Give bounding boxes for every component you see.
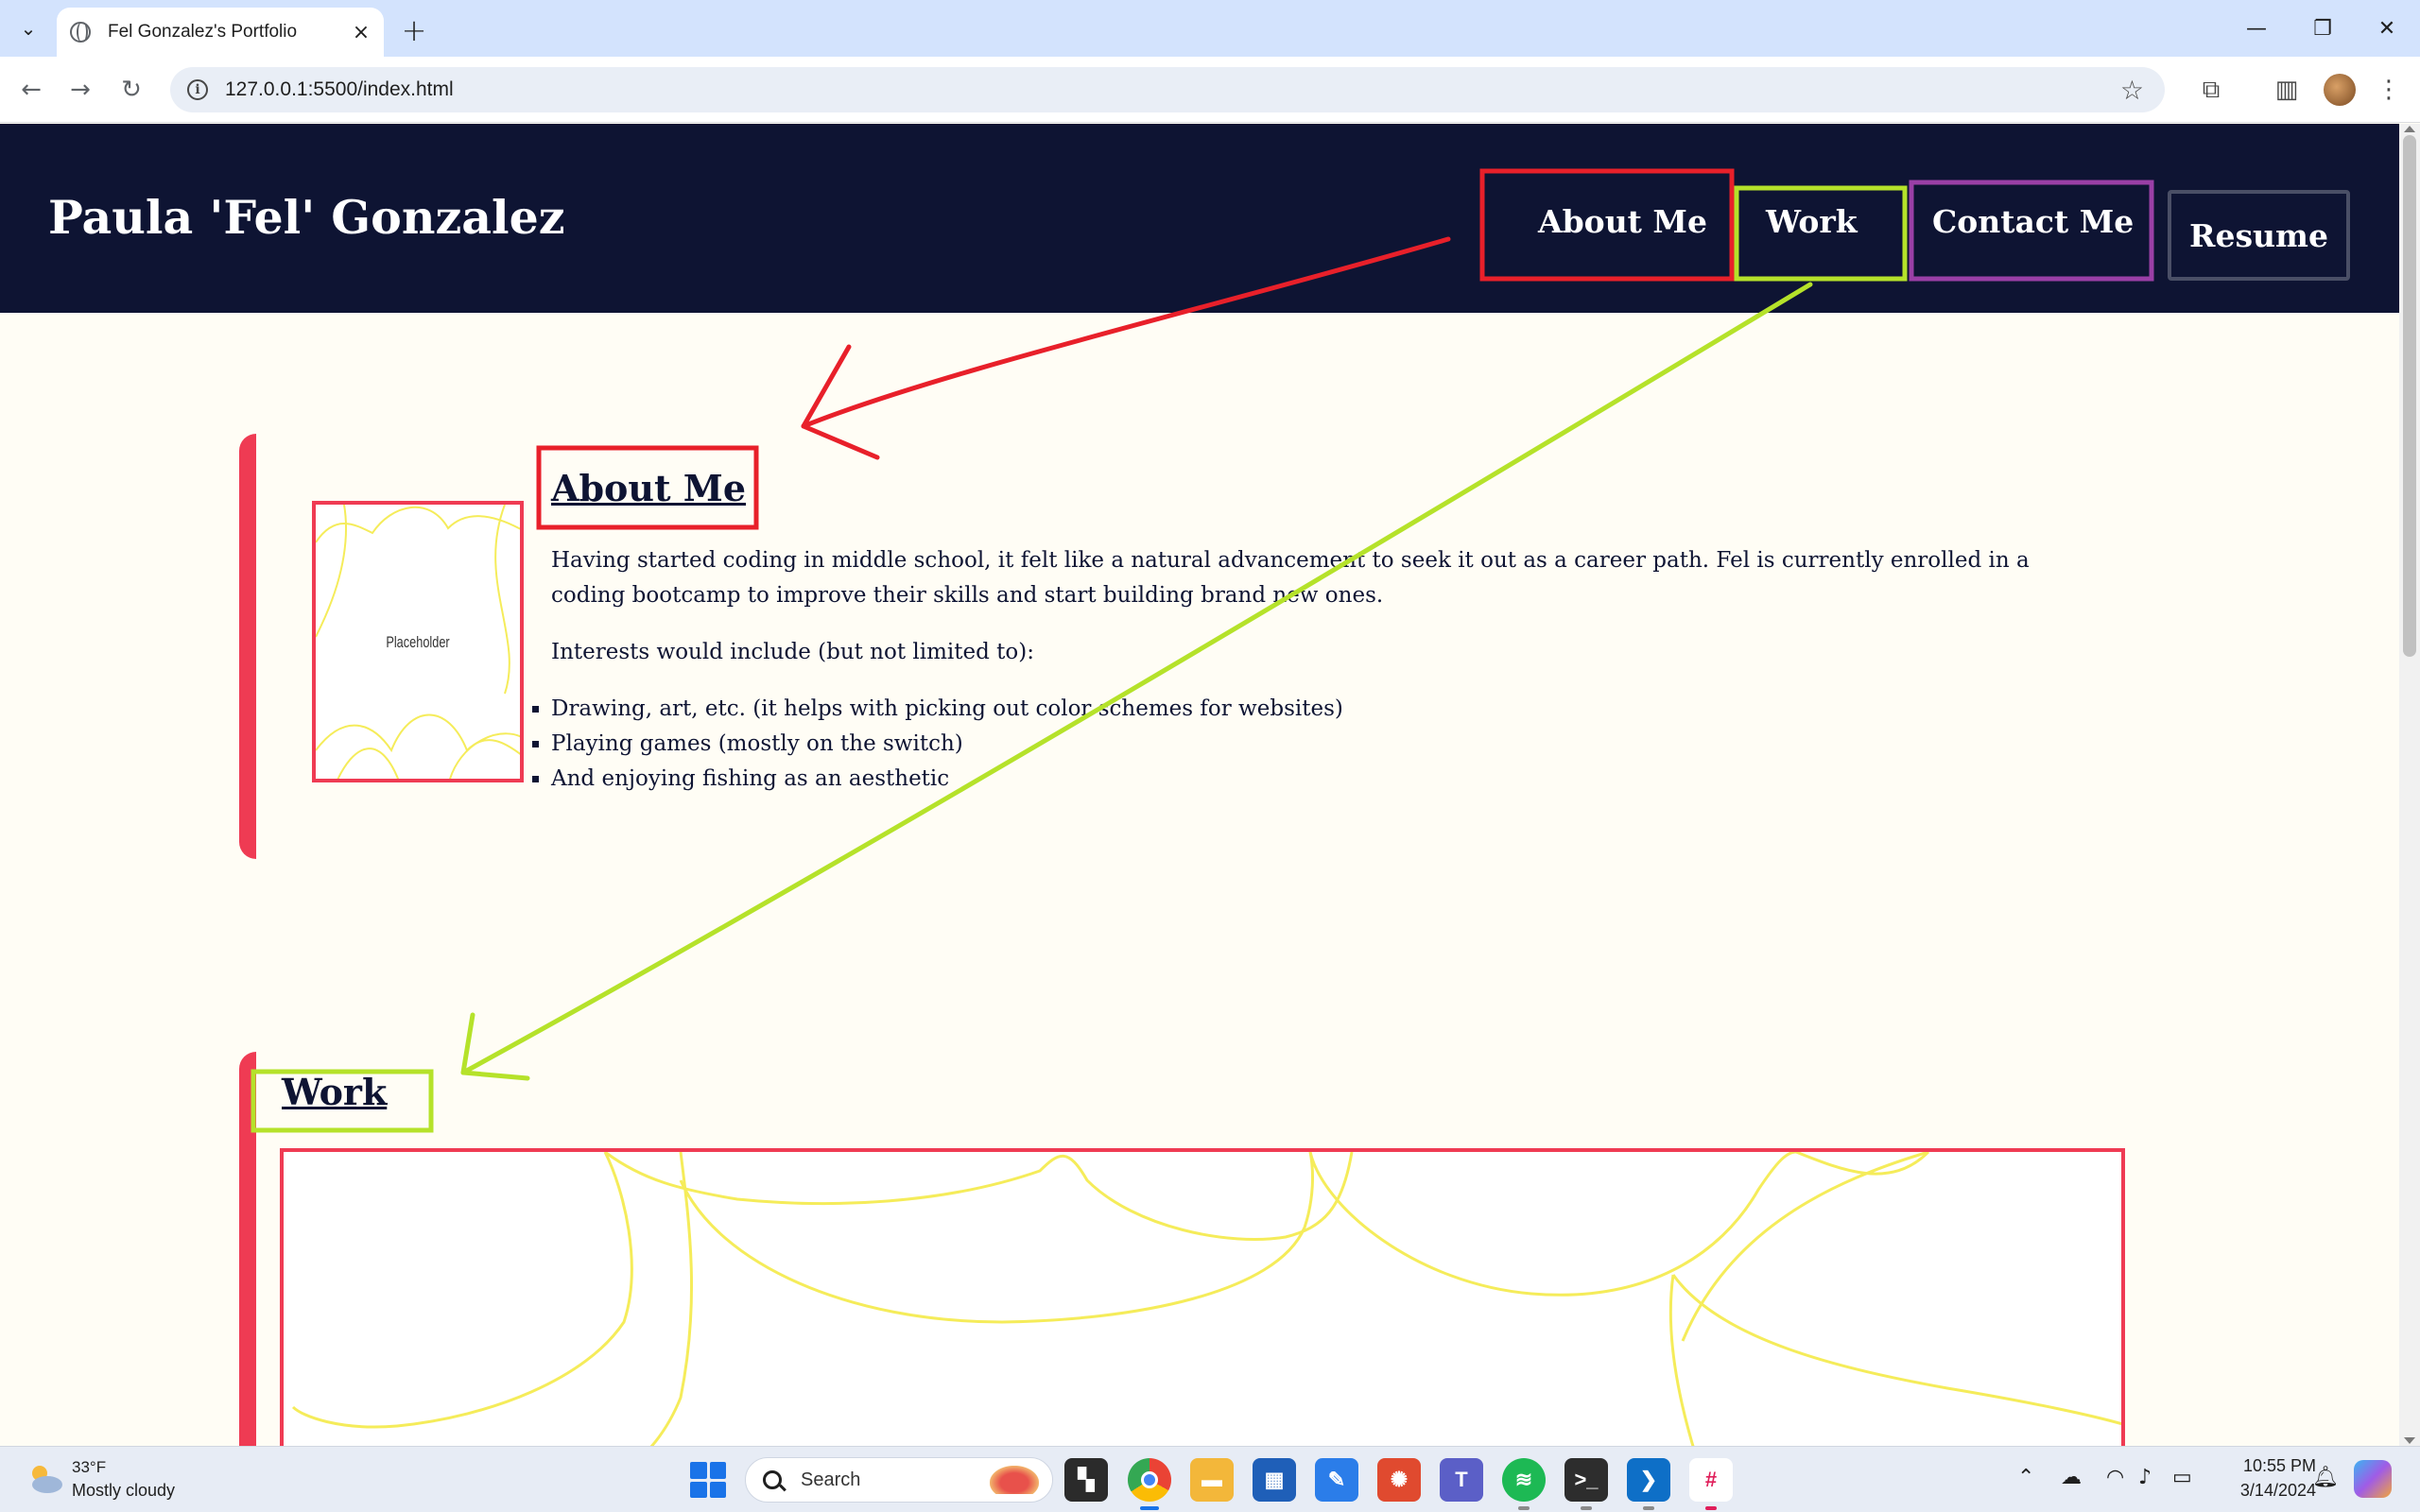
work-heading: Work: [282, 1071, 388, 1113]
about-paragraph: Having started coding in middle school, …: [551, 548, 2030, 608]
terminal-icon[interactable]: >_: [1564, 1458, 1608, 1510]
spotify-icon[interactable]: ≋: [1502, 1458, 1546, 1510]
copilot-icon[interactable]: [2354, 1460, 2392, 1498]
tab-strip: ⌄ Fel Gonzalez's Portfolio × + — ❐ ✕: [0, 0, 2420, 57]
slack-icon[interactable]: #: [1689, 1458, 1733, 1510]
close-tab-icon[interactable]: ×: [348, 19, 374, 45]
work-placeholder-image: [280, 1148, 2125, 1446]
chrome-icon[interactable]: [1128, 1458, 1171, 1510]
weather-temp[interactable]: 33°F: [72, 1458, 106, 1477]
globe-icon: [70, 22, 91, 43]
interests-intro: Interests would include (but not limited…: [551, 640, 1034, 664]
page-viewport: Paula 'Fel' Gonzalez About Me Work Conta…: [0, 124, 2399, 1446]
vscode-icon[interactable]: ❯: [1627, 1458, 1670, 1510]
work-arrow-head: [460, 1012, 530, 1081]
battery-icon[interactable]: ▭: [2172, 1466, 2192, 1489]
clock-date[interactable]: 3/14/2024: [2212, 1481, 2316, 1501]
extensions-icon[interactable]: ⧉: [2193, 72, 2229, 108]
search-icon: [763, 1470, 782, 1489]
volume-icon[interactable]: ♪: [2138, 1466, 2152, 1489]
close-window-icon[interactable]: ✕: [2354, 9, 2420, 47]
tab-search-icon[interactable]: ⌄: [11, 11, 45, 45]
list-item: Drawing, art, etc. (it helps with pickin…: [551, 692, 2101, 727]
about-heading: About Me: [551, 467, 747, 509]
onedrive-icon[interactable]: ☁: [2061, 1466, 2082, 1489]
work-doodle: [291, 1152, 2121, 1446]
site-title: Paula 'Fel' Gonzalez: [48, 190, 565, 245]
resume-button[interactable]: Resume: [2168, 190, 2350, 281]
windows-start-icon[interactable]: [690, 1462, 726, 1498]
task-view-icon[interactable]: ▚: [1064, 1458, 1108, 1502]
restore-icon[interactable]: ❐: [2290, 9, 2356, 47]
tab-title: Fel Gonzalez's Portfolio: [108, 22, 298, 42]
search-highlight-icon: [990, 1466, 1039, 1494]
draw-app-icon[interactable]: ✎: [1315, 1458, 1358, 1502]
list-item: And enjoying fishing as an aesthetic: [551, 762, 2101, 797]
url-text[interactable]: 127.0.0.1:5500/index.html: [225, 78, 2120, 101]
browser-tab[interactable]: Fel Gonzalez's Portfolio ×: [57, 8, 384, 57]
new-tab-button[interactable]: +: [397, 12, 431, 48]
file-explorer-icon[interactable]: ▬: [1190, 1458, 1234, 1502]
site-header: Paula 'Fel' Gonzalez About Me Work Conta…: [0, 124, 2399, 313]
nav-contact-link[interactable]: Contact Me: [1932, 203, 2134, 240]
scroll-up-arrow[interactable]: [2404, 126, 2415, 132]
scroll-thumb[interactable]: [2403, 135, 2416, 657]
profile-avatar[interactable]: [2324, 74, 2356, 106]
weather-icon[interactable]: [26, 1460, 64, 1498]
taskbar: 33°F Mostly cloudy Search ▚ ▬ ▦ ✎ ✺ T ≋ …: [0, 1446, 2420, 1512]
reload-icon[interactable]: ↻: [112, 70, 151, 110]
browser-toolbar: ← → ↻ i 127.0.0.1:5500/index.html ☆ ⧉ ▥ …: [0, 57, 2420, 123]
teams-icon[interactable]: T: [1440, 1458, 1483, 1502]
menu-icon[interactable]: ⋮: [2371, 72, 2407, 108]
address-bar[interactable]: i 127.0.0.1:5500/index.html ☆: [170, 67, 2165, 112]
about-content: Having started coding in middle school, …: [551, 543, 2101, 797]
nav-work-link[interactable]: Work: [1766, 203, 1858, 240]
bell-icon[interactable]: 🔔︎: [2312, 1466, 2339, 1489]
list-item: Playing games (mostly on the switch): [551, 727, 2101, 762]
interests-list: Drawing, art, etc. (it helps with pickin…: [551, 692, 2101, 797]
work-section-accent: [239, 1052, 256, 1446]
weather-desc[interactable]: Mostly cloudy: [72, 1481, 175, 1501]
info-icon[interactable]: i: [187, 79, 208, 100]
star-icon[interactable]: ☆: [2120, 75, 2144, 106]
tray-overflow-icon[interactable]: ⌃: [2017, 1466, 2034, 1489]
scroll-down-arrow[interactable]: [2404, 1437, 2415, 1444]
taskbar-search-placeholder: Search: [801, 1469, 861, 1490]
minimize-icon[interactable]: —: [2223, 9, 2290, 47]
nav-about-link[interactable]: About Me: [1538, 203, 1707, 240]
taskbar-search[interactable]: Search: [745, 1457, 1053, 1503]
placeholder-label: Placeholder: [386, 633, 450, 651]
back-icon[interactable]: ←: [11, 70, 51, 110]
page-scrollbar[interactable]: [2399, 124, 2420, 1446]
about-placeholder-image: Placeholder: [312, 501, 524, 782]
store-icon[interactable]: ▦: [1253, 1458, 1296, 1502]
forward-icon[interactable]: →: [60, 70, 100, 110]
side-panel-icon[interactable]: ▥: [2269, 72, 2305, 108]
wifi-icon[interactable]: ◠: [2106, 1466, 2124, 1489]
recorder-icon[interactable]: ✺: [1377, 1458, 1421, 1502]
about-section-accent: [239, 434, 256, 859]
clock-time[interactable]: 10:55 PM: [2212, 1456, 2316, 1476]
about-arrow-head: [801, 344, 880, 460]
